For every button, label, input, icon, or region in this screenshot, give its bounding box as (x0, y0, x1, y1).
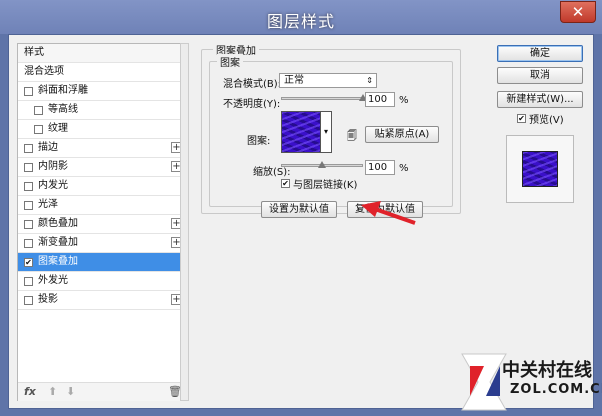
style-item-label: 颜色叠加 (38, 218, 78, 229)
style-item-checkbox[interactable] (24, 144, 33, 153)
cancel-button[interactable]: 取消 (497, 67, 583, 84)
style-item-checkbox[interactable] (34, 125, 43, 134)
style-item-label: 斜面和浮雕 (38, 85, 88, 96)
preview-checkbox[interactable]: ✔ (517, 114, 526, 123)
new-style-button[interactable]: 新建样式(W)... (497, 91, 583, 108)
style-list-item[interactable]: 外发光 (18, 272, 186, 291)
fx-icon[interactable]: fx (24, 385, 36, 398)
style-item-checkbox[interactable] (24, 277, 33, 286)
preview-label: 预览(V) (529, 115, 564, 126)
style-item-label: 外发光 (38, 275, 68, 286)
opacity-label: 不透明度(Y): (223, 99, 281, 110)
move-up-icon[interactable]: ⬆ (48, 385, 57, 398)
style-item-label: 光泽 (38, 199, 58, 210)
scale-slider-thumb[interactable] (318, 161, 326, 168)
list-footer: fx ⬆ ⬇ 🗑 (18, 382, 186, 401)
style-list-item[interactable]: ✔ 图案叠加 (18, 253, 186, 272)
pattern-dropdown-icon[interactable]: ▾ (321, 111, 332, 153)
style-item-label: 纹理 (48, 123, 68, 134)
style-item-checkbox[interactable]: ✔ (24, 258, 33, 267)
style-list-item[interactable]: 投影 + (18, 291, 186, 310)
blend-mode-label: 混合模式(B): (223, 79, 282, 90)
watermark-en: ZOL.COM.CN (510, 382, 602, 397)
style-list-item[interactable]: 颜色叠加 + (18, 215, 186, 234)
opacity-input[interactable]: 100 (365, 92, 395, 107)
style-preview-swatch (522, 151, 558, 187)
style-list-header[interactable]: 样式 (18, 44, 186, 63)
style-item-label: 渐变叠加 (38, 237, 78, 248)
style-list-item[interactable]: 纹理 (18, 120, 186, 139)
style-item-checkbox[interactable] (24, 296, 33, 305)
ok-button[interactable]: 确定 (497, 45, 583, 62)
style-item-checkbox[interactable] (24, 239, 33, 248)
blend-mode-select[interactable]: 正常 ⇕ (279, 73, 377, 88)
window-title: 图层样式 (266, 12, 335, 31)
style-item-checkbox[interactable] (24, 87, 33, 96)
opacity-slider[interactable] (281, 97, 363, 100)
style-item-checkbox[interactable] (24, 220, 33, 229)
pattern-swatch[interactable] (281, 111, 321, 153)
style-item-label: 描边 (38, 142, 58, 153)
snap-to-origin-button[interactable]: 贴紧原点(A) (365, 126, 439, 143)
watermark-cn: 中关村在线 (502, 360, 592, 381)
scale-unit: % (399, 163, 409, 174)
style-item-checkbox[interactable] (24, 182, 33, 191)
style-list-item[interactable]: 内阴影 + (18, 158, 186, 177)
link-with-layer-checkbox[interactable]: ✔ (281, 179, 290, 188)
style-list-item[interactable]: 光泽 (18, 196, 186, 215)
move-down-icon[interactable]: ⬇ (66, 385, 75, 398)
style-item-checkbox[interactable] (34, 106, 43, 115)
blend-mode-value: 正常 (284, 75, 304, 86)
new-preset-icon[interactable]: 🗐 (347, 129, 357, 146)
style-item-checkbox[interactable] (24, 163, 33, 172)
style-list-item[interactable]: 内发光 (18, 177, 186, 196)
style-list-item[interactable]: 斜面和浮雕 (18, 82, 186, 101)
pattern-subgroup-title: 图案 (217, 54, 243, 69)
opacity-unit: % (399, 95, 409, 106)
pattern-label: 图案: (247, 136, 271, 147)
style-item-label: 图案叠加 (38, 256, 78, 267)
style-item-label: 投影 (38, 294, 58, 305)
style-list-scrollbar[interactable] (180, 43, 189, 401)
style-item-checkbox[interactable] (24, 201, 33, 210)
style-item-label: 内发光 (38, 180, 68, 191)
style-list-header-label: 样式 (24, 47, 44, 58)
style-item-label: 内阴影 (38, 161, 68, 172)
title-bar: 图层样式 ✕ (0, 0, 602, 34)
make-default-button[interactable]: 设置为默认值 (261, 201, 337, 218)
zol-watermark: 中关村在线 ZOL.COM.CN (460, 334, 602, 416)
scale-input[interactable]: 100 (365, 160, 395, 175)
style-list-item[interactable]: 混合选项 (18, 63, 186, 82)
style-list: 样式 混合选项 斜面和浮雕 等高线 纹理 描边 + 内阴影 + 内发光 光泽 颜色叠加 + 渐变叠加 + ✔… (17, 43, 187, 401)
style-preview-box (506, 135, 574, 203)
style-list-item[interactable]: 描边 + (18, 139, 186, 158)
annotation-arrow (361, 201, 416, 225)
style-item-label: 等高线 (48, 104, 78, 115)
close-button[interactable]: ✕ (560, 1, 596, 23)
style-list-item[interactable]: 渐变叠加 + (18, 234, 186, 253)
link-with-layer-label: 与图层链接(K) (293, 180, 358, 191)
style-item-label: 混合选项 (24, 66, 64, 77)
updown-arrow-icon: ⇕ (366, 76, 373, 85)
style-list-item[interactable]: 等高线 (18, 101, 186, 120)
